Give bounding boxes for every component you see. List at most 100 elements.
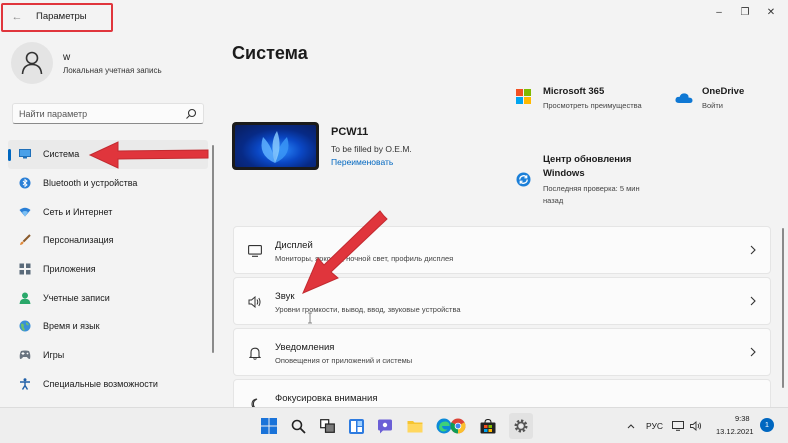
gear-icon [514, 419, 528, 433]
start-button[interactable] [259, 416, 279, 436]
sidebar-item-label: Время и язык [43, 321, 100, 332]
apps-icon [19, 263, 31, 275]
device-model: To be filled by O.E.M. [331, 144, 412, 154]
sidebar-item-time-language[interactable]: Время и язык [8, 312, 208, 341]
bell-icon [248, 346, 262, 360]
row-title: Фокусировка внимания [275, 393, 378, 404]
search-icon [291, 419, 306, 434]
sidebar-item-label: Система [43, 149, 80, 160]
globe-icon [19, 320, 31, 332]
search-icon[interactable] [185, 108, 197, 120]
input-language[interactable]: РУС [646, 421, 663, 431]
gamepad-icon [19, 349, 31, 361]
row-subtitle: Уровни громкости, вывод, ввод, звуковые … [275, 305, 461, 314]
store-button[interactable] [478, 416, 498, 436]
bluetooth-icon [19, 177, 31, 189]
sidebar-item-accessibility[interactable]: Специальные возможности [8, 370, 208, 399]
hidden-icons-chevron[interactable] [625, 416, 637, 436]
update-last-check-line2: назад [543, 196, 564, 205]
device-name: PCW11 [331, 126, 369, 138]
row-title: Уведомления [275, 342, 335, 353]
ethernet-icon [672, 421, 684, 431]
chevron-right-icon [750, 347, 756, 357]
sidebar-item-bluetooth[interactable]: Bluetooth и устройства [8, 169, 208, 198]
settings-row-notifications[interactable]: Уведомления Оповещения от приложений и с… [233, 328, 771, 376]
taskbar: РУС 9:38 13.12.2021 [0, 407, 788, 443]
row-title: Звук [275, 291, 295, 302]
sidebar-item-personalization[interactable]: Персонализация [8, 226, 208, 255]
settings-row-sound[interactable]: Звук Уровни громкости, вывод, ввод, звук… [233, 277, 771, 325]
chrome-browser-icon [450, 418, 466, 434]
settings-taskbar-button[interactable] [509, 413, 533, 439]
update-title-line2[interactable]: Windows [543, 168, 585, 179]
widgets-icon [348, 418, 364, 434]
chevron-right-icon [750, 245, 756, 255]
annotation-highlight-box [1, 3, 113, 32]
windows-update-icon [516, 172, 531, 187]
close-button[interactable]: ✕ [760, 5, 782, 21]
sidebar-item-label: Приложения [43, 264, 96, 275]
sidebar-item-label: Персонализация [43, 235, 114, 246]
row-title: Дисплей [275, 240, 313, 251]
task-view-icon [319, 419, 335, 433]
avatar[interactable] [11, 42, 53, 84]
chevron-up-icon [627, 424, 635, 429]
accessibility-icon [19, 378, 31, 390]
onedrive-signin[interactable]: Войти [702, 101, 723, 110]
search-input[interactable] [19, 107, 179, 121]
speaker-icon [248, 295, 262, 309]
maximize-button[interactable]: ❐ [734, 5, 756, 21]
microsoft-logo-icon [516, 89, 531, 104]
chat-icon [378, 419, 392, 433]
teams-chat-button[interactable] [375, 416, 395, 436]
row-subtitle: Оповещения от приложений и системы [275, 356, 413, 365]
sidebar-scrollbar[interactable] [212, 145, 214, 353]
device-thumbnail [232, 122, 319, 170]
sidebar-item-label: Специальные возможности [43, 378, 158, 389]
row-subtitle: Мониторы, яркость, ночной свет, профиль … [275, 254, 454, 263]
settings-window: ← Параметры – ❐ ✕ w Локальная учетная за… [0, 0, 788, 407]
taskbar-search-button[interactable] [288, 416, 308, 436]
store-bag-icon [480, 418, 496, 433]
speaker-icon [690, 421, 702, 431]
sidebar-item-accounts[interactable]: Учетные записи [8, 283, 208, 312]
settings-row-focus[interactable]: Фокусировка внимания [233, 379, 771, 407]
brush-icon [19, 234, 31, 246]
settings-row-display[interactable]: Дисплей Мониторы, яркость, ночной свет, … [233, 226, 771, 274]
chrome-button[interactable] [448, 416, 468, 436]
sidebar-item-label: Bluetooth и устройства [43, 178, 138, 189]
wallpaper-preview [235, 125, 316, 167]
notification-badge[interactable]: 1 [760, 418, 774, 432]
network-tray-icon[interactable] [671, 416, 685, 436]
update-last-check-line1: Последняя проверка: 5 мин [543, 184, 640, 193]
sidebar-item-network[interactable]: Сеть и Интернет [8, 197, 208, 226]
sidebar-item-apps[interactable]: Приложения [8, 255, 208, 284]
sidebar-item-gaming[interactable]: Игры [8, 341, 208, 370]
main-scrollbar[interactable] [782, 228, 784, 388]
folder-icon [407, 421, 423, 433]
rename-link[interactable]: Переименовать [331, 157, 393, 167]
file-explorer-button[interactable] [405, 416, 425, 436]
widgets-button[interactable] [346, 416, 366, 436]
monitor-icon [19, 148, 31, 160]
windows-logo-icon [261, 418, 277, 434]
onedrive-title[interactable]: OneDrive [702, 86, 744, 97]
minimize-button[interactable]: – [708, 5, 730, 21]
sidebar-nav: Система Bluetooth и устройства Сеть и Ин… [8, 140, 208, 398]
task-view-button[interactable] [317, 416, 337, 436]
sidebar-item-label: Сеть и Интернет [43, 206, 113, 217]
update-title-line1[interactable]: Центр обновления [543, 154, 631, 165]
volume-tray-icon[interactable] [689, 416, 703, 436]
clock-time[interactable]: 9:38 [735, 414, 750, 423]
m365-subtitle[interactable]: Просмотреть преимущества [543, 101, 642, 110]
title-bar: ← Параметры – ❐ ✕ [0, 0, 788, 34]
page-title: Система [232, 43, 308, 63]
sidebar-item-label: Игры [43, 350, 65, 361]
clock-date[interactable]: 13.12.2021 [716, 427, 754, 436]
settings-list: Дисплей Мониторы, яркость, ночной свет, … [233, 226, 771, 407]
sidebar-item-system[interactable]: Система [8, 140, 208, 169]
m365-title[interactable]: Microsoft 365 [543, 86, 604, 97]
display-icon [248, 244, 262, 258]
wifi-icon [19, 206, 31, 218]
chevron-right-icon [750, 296, 756, 306]
